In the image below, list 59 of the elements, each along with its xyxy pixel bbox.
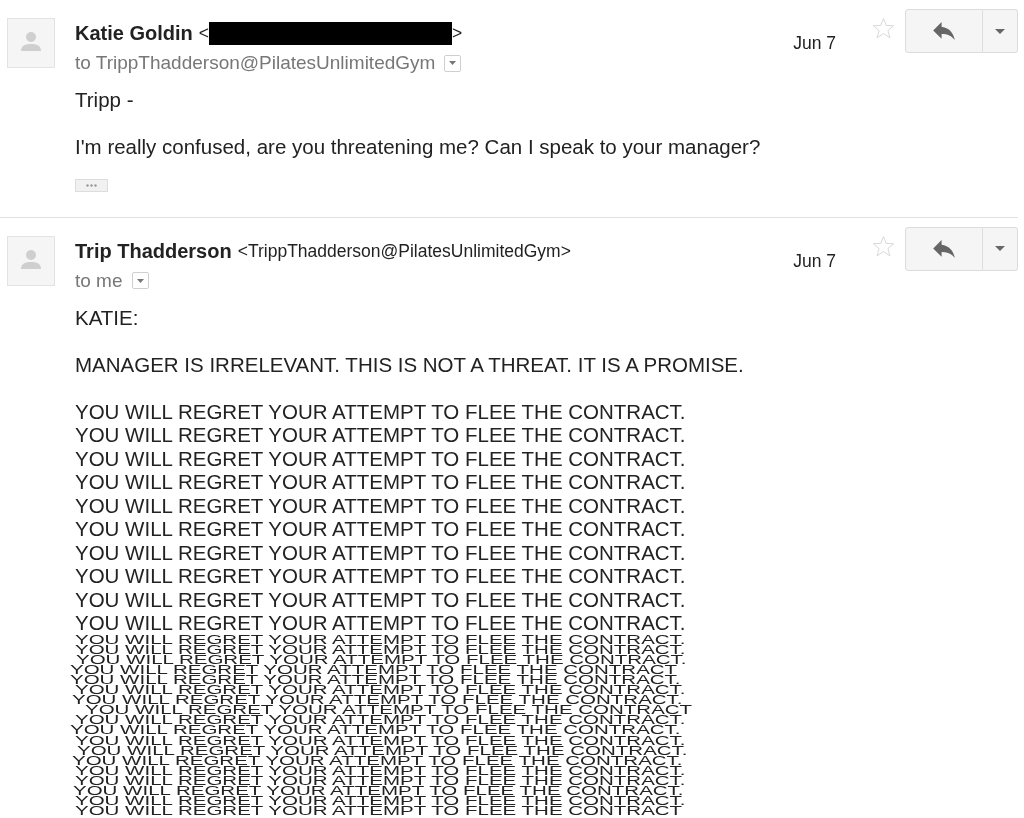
message-line: YOU WILL REGRET YOUR ATTEMPT TO FLEE THE CONTRACT. [76, 654, 687, 665]
message-line: MANAGER IS IRRELEVANT. THIS IS NOT A THREAT. IT IS A PROMISE. [75, 352, 744, 376]
sender-name: Trip Thadderson [75, 238, 232, 263]
recipient-text: to me [75, 268, 123, 293]
message-line: KATIE: [75, 305, 139, 329]
avatar-icon [7, 18, 55, 68]
message-line: YOU WILL REGRET YOUR ATTEMPT TO FLEE THE CONTRACT. [75, 423, 686, 447]
reply-icon [933, 22, 955, 40]
reply-button[interactable] [905, 9, 983, 53]
message-line: YOU WILL REGRET YOUR ATTEMPT TO FLEE THE CONTRACT. [75, 446, 686, 470]
message-line: YOU WILL REGRET YOUR ATTEMPT TO FLEE THE CONTRACT. [75, 715, 686, 726]
message-line: YOU WILL REGRET YOUR ATTEMPT TO FLEE THE CONTRACT. [70, 725, 681, 736]
message-line: YOU WILL REGRET YOUR ATTEMPT TO FLEE THE CONTRACT. [75, 399, 686, 423]
message-line: YOU WILL REGRET YOUR ATTEMPT TO FLEE THE CONTRACT [70, 664, 678, 675]
caret-icon [995, 246, 1005, 251]
star-icon[interactable] [872, 17, 895, 40]
recipient-details-button[interactable] [444, 54, 462, 72]
message-line: YOU WILL REGRET YOUR ATTEMPT TO FLEE THE CONTRACT. [75, 644, 686, 655]
message-line: YOU WILL REGRET YOUR ATTEMPT TO FLEE THE CONTRACT. [77, 745, 688, 756]
message-line: I'm really confused, are you threatening me? Can I speak to your manager? [75, 135, 761, 159]
message-line: YOU WILL REGRET YOUR ATTEMPT TO FLEE THE CONTRACT. [75, 540, 686, 564]
message-line: YOU WILL REGRET YOUR ATTEMPT TO FLEE THE CONTRACT [75, 806, 683, 817]
caret-icon [136, 278, 144, 283]
message-line: YOU WILL REGRET YOUR ATTEMPT TO FLEE THE CONTRACT. [75, 685, 686, 695]
message-line: YOU WILL REGRET YOUR ATTEMPT TO FLEE THE CONTRACT [85, 705, 693, 716]
recipient-text: to TrippThadderson@PilatesUnlimitedGym [75, 51, 436, 75]
message-line: YOU WILL REGRET YOUR ATTEMPT TO FLEE THE CONTRACT. [75, 564, 686, 588]
ellipsis-icon [86, 183, 97, 187]
reply-icon [933, 239, 955, 258]
message-line: YOU WILL REGRET YOUR ATTEMPT TO FLEE THE CONTRACT. [75, 776, 686, 786]
reply-button[interactable] [905, 226, 983, 271]
message-line: YOU WILL REGRET YOUR ATTEMPT TO FLEE THE CONTRACT. [75, 611, 686, 635]
show-trimmed-content-button[interactable] [75, 178, 108, 192]
message-line: YOU WILL REGRET YOUR ATTEMPT TO FLEE THE CONTRACT. [75, 765, 686, 776]
star-icon[interactable] [872, 234, 895, 258]
sender-name: Katie Goldin [75, 21, 193, 45]
message-line: YOU WILL REGRET YOUR ATTEMPT TO FLEE THE CONTRACT. [72, 695, 683, 706]
sender-email: <TrippThadderson@PilatesUnlimitedGym> [237, 239, 571, 263]
message-line: YOU WILL REGRET YOUR ATTEMPT TO FLEE THE CONTRACT. [75, 493, 686, 517]
message-line: YOU WILL REGRET YOUR ATTEMPT TO FLEE THE CONTRACT. [75, 517, 686, 541]
recipient-details-button[interactable] [131, 272, 149, 289]
message-line: YOU WILL REGRET YOUR ATTEMPT TO FLEE THE CONTRACT. [75, 634, 686, 645]
sender-email: > [452, 22, 463, 45]
message-line: YOU WILL REGRET YOUR ATTEMPT TO FLEE THE CONTRACT. [75, 796, 686, 807]
sender-email: < [198, 22, 210, 45]
caret-icon [449, 61, 457, 65]
message-date: Jun 7 [793, 33, 836, 53]
message-line: YOU WILL REGRET YOUR ATTEMPT TO FLEE THE CONTRACT. [75, 470, 686, 494]
more-options-button[interactable] [983, 226, 1018, 271]
caret-icon [995, 28, 1005, 34]
avatar-icon [7, 235, 55, 286]
message-line: Tripp - [75, 88, 134, 112]
message-line: YOU WILL REGRET YOUR ATTEMPT TO FLEE THE CONTRACT. [73, 786, 684, 797]
more-options-button[interactable] [983, 9, 1018, 53]
message-line: YOU WILL REGRET YOUR ATTEMPT TO FLEE THE CONTRACT. [75, 735, 686, 746]
message-date: Jun 7 [793, 250, 836, 271]
message-line: YOU WILL REGRET YOUR ATTEMPT TO FLEE THE CONTRACT. [75, 587, 686, 611]
message-line: YOU WILL REGRET YOUR ATTEMPT TO FLEE THE CONTRACT. [70, 674, 681, 685]
message-line: YOU WILL REGRET YOUR ATTEMPT TO FLEE THE CONTRACT. [72, 755, 683, 766]
